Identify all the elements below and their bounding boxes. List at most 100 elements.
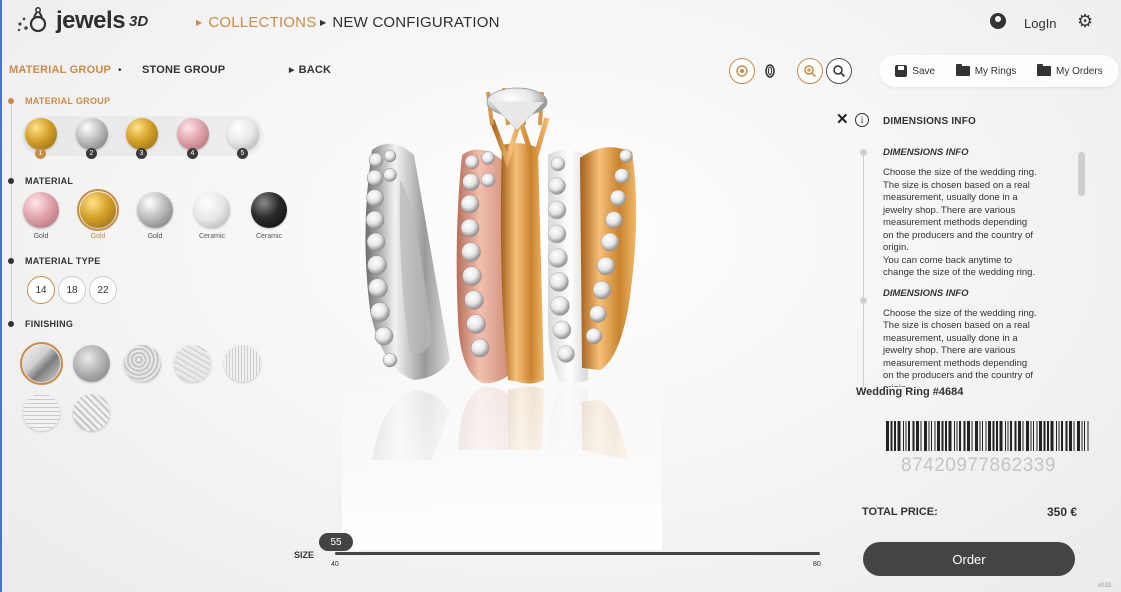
zoom-in-button[interactable]	[797, 58, 823, 84]
barcode-bar	[931, 421, 932, 451]
save-icon	[895, 65, 908, 77]
size-slider-track[interactable]	[335, 552, 820, 555]
slot-number: 5	[237, 148, 248, 159]
barcode-bar	[985, 421, 987, 451]
ring-3d-view[interactable]	[342, 80, 662, 550]
material-option-yellow-gold[interactable]	[77, 189, 119, 231]
size-label: SIZE	[294, 550, 315, 560]
section-marker	[8, 258, 14, 264]
material-heading: MATERIAL	[25, 176, 74, 186]
barcode-bar	[1007, 421, 1009, 451]
material-caption: Ceramic	[255, 233, 283, 240]
material-option-white-ceramic[interactable]	[194, 192, 230, 228]
barcode-bar	[934, 421, 936, 451]
back-button[interactable]: ▶ BACK	[289, 64, 331, 76]
tab-stone-group[interactable]: STONE GROUP	[142, 64, 225, 76]
finish-matte[interactable]	[73, 345, 110, 382]
zoom-out-button[interactable]	[826, 58, 852, 84]
material-option-white-gold[interactable]	[137, 192, 173, 228]
save-button[interactable]: Save	[895, 65, 935, 77]
info-scroll-area[interactable]: DIMENSIONS INFO Choose the size of the w…	[857, 143, 1077, 387]
barcode-bar	[890, 421, 893, 451]
barcode-bar	[988, 421, 991, 451]
total-price-value: 350 €	[1047, 505, 1078, 519]
barcode-bar	[1081, 421, 1083, 451]
zoom-in-icon	[804, 65, 817, 78]
barcode-bar	[996, 421, 998, 451]
my-rings-button[interactable]: My Rings	[955, 64, 1016, 77]
close-panel-icon[interactable]: ✕	[836, 110, 849, 128]
product-name: Wedding Ring #4684	[856, 386, 964, 398]
rotate-view-button[interactable]	[729, 58, 755, 84]
material-type-heading: MATERIAL TYPE	[25, 256, 101, 266]
section-timeline	[11, 102, 12, 324]
barcode-bar	[894, 421, 896, 451]
info-panel-heading: DIMENSIONS INFO	[883, 116, 977, 127]
zoom-out-icon	[833, 65, 846, 78]
logo-text: jewels	[56, 7, 126, 34]
size-slider-handle[interactable]: 55	[319, 533, 353, 551]
order-button[interactable]: Order	[863, 542, 1075, 576]
finish-ice[interactable]	[174, 345, 211, 382]
barcode-bar	[1010, 421, 1012, 451]
section-marker	[8, 321, 14, 327]
folder-icon	[955, 64, 970, 76]
barcode-bar	[908, 421, 910, 451]
material-slot-2[interactable]	[76, 118, 108, 150]
material-slot-4[interactable]	[177, 118, 209, 150]
finish-diagonal-brushed[interactable]	[73, 394, 110, 431]
logo[interactable]: jewels 3D	[16, 6, 148, 36]
barcode-bar	[920, 421, 922, 451]
barcode-bar	[971, 421, 973, 451]
barcode-bar	[963, 421, 966, 451]
barcode-bar	[1047, 421, 1049, 451]
ring-icon	[765, 64, 775, 78]
login-link[interactable]: LogIn	[1024, 16, 1057, 31]
barcode-bar	[982, 421, 983, 451]
tab-material-group[interactable]: MATERIAL GROUP	[9, 64, 111, 76]
material-option-black-ceramic[interactable]	[251, 192, 287, 228]
barcode-bar	[954, 421, 955, 451]
material-caption: Ceramic	[198, 233, 226, 240]
material-slot-1[interactable]	[25, 118, 57, 150]
barcode-bar	[1018, 421, 1021, 451]
finish-polished[interactable]	[20, 342, 63, 385]
ring-view-button[interactable]	[757, 58, 783, 84]
finish-hammered[interactable]	[124, 345, 161, 382]
material-option-rose-gold[interactable]	[23, 192, 59, 228]
barcode-bar	[1043, 421, 1046, 451]
material-slot-5[interactable]	[227, 118, 259, 150]
barcode-bar	[1061, 421, 1063, 451]
finish-horizontal-brushed[interactable]	[23, 394, 60, 431]
user-icon[interactable]	[990, 13, 1006, 29]
info-scrollbar[interactable]	[1078, 152, 1085, 196]
barcode-bar	[897, 421, 901, 451]
action-toolbar: Save My Rings My Orders	[879, 55, 1119, 87]
triangle-right-icon: ▶	[289, 67, 295, 74]
barcode-bar	[924, 421, 927, 451]
barcode-bar	[992, 421, 995, 451]
folder-icon	[1037, 64, 1051, 76]
material-type-14[interactable]: 14	[27, 276, 55, 304]
finish-vertical-brushed[interactable]	[224, 345, 261, 382]
section-marker	[8, 178, 14, 184]
separator-dot: •	[118, 65, 122, 76]
barcode-bar	[967, 421, 970, 451]
triangle-right-icon: ▶	[196, 18, 203, 27]
material-type-18[interactable]: 18	[58, 276, 86, 304]
nav-new-configuration[interactable]: ▶ NEW CONFIGURATION	[320, 14, 500, 31]
info-node	[860, 297, 867, 304]
barcode-bar	[1065, 421, 1068, 451]
info-entry-title: DIMENSIONS INFO	[883, 287, 969, 299]
gear-icon[interactable]: ⚙	[1077, 11, 1093, 32]
material-type-22[interactable]: 22	[89, 276, 117, 304]
my-orders-label: My Orders	[1056, 65, 1103, 77]
info-icon[interactable]: i	[855, 113, 869, 127]
nav-collections[interactable]: ▶ COLLECTIONS	[196, 14, 316, 31]
barcode-bar	[1069, 421, 1072, 451]
barcode-bar	[1014, 421, 1017, 451]
barcode-bar	[956, 421, 958, 451]
material-slot-3[interactable]	[126, 118, 158, 150]
my-orders-button[interactable]: My Orders	[1037, 64, 1103, 77]
finishing-heading: FINISHING	[25, 319, 74, 329]
